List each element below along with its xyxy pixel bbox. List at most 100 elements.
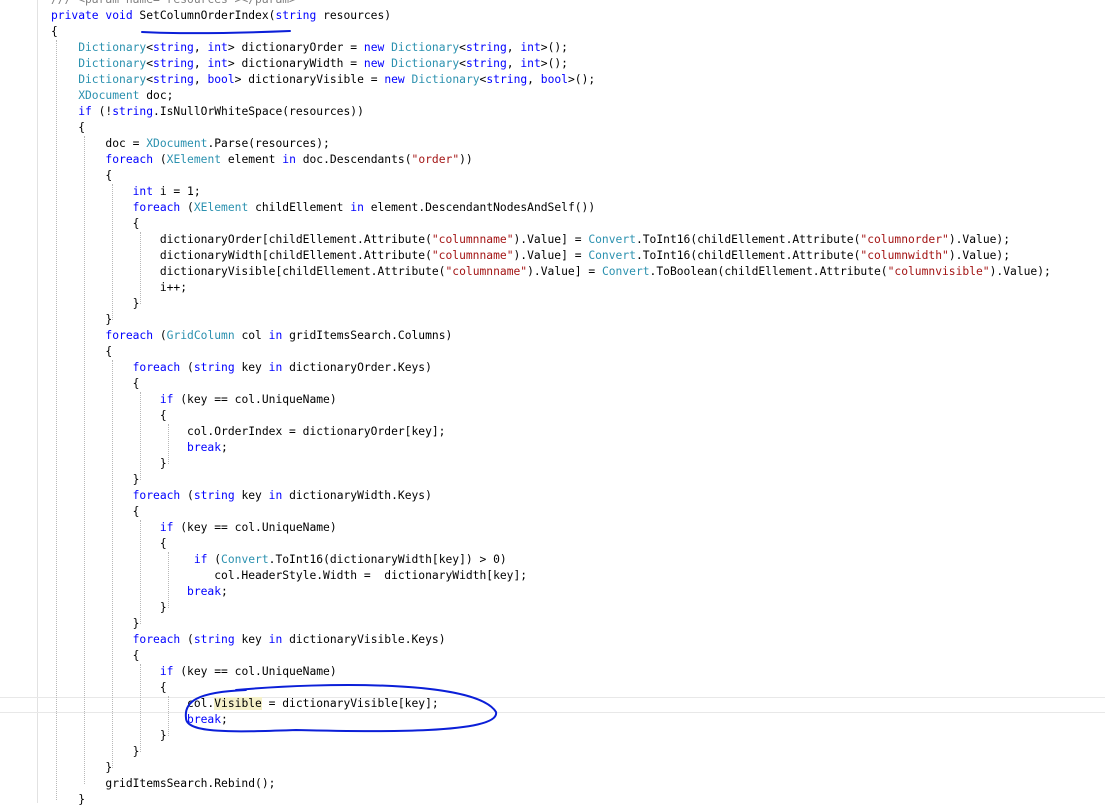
code-line[interactable]: { xyxy=(51,680,167,696)
code-line[interactable]: if (!string.IsNullOrWhiteSpace(resources… xyxy=(51,104,364,120)
code-token: { xyxy=(51,121,86,134)
code-line[interactable]: if (key == col.UniqueName) xyxy=(51,664,337,680)
code-line[interactable]: } xyxy=(51,456,167,472)
code-line[interactable]: if (key == col.UniqueName) xyxy=(51,520,337,536)
editor-gutter xyxy=(0,0,34,803)
code-token: element.DescendantNodesAndSelf()) xyxy=(363,201,596,214)
code-editor[interactable]: /// <param name="resources"></param> priv… xyxy=(0,0,1105,806)
code-line[interactable]: dictionaryVisible[childEllement.Attribut… xyxy=(51,264,1051,280)
code-token: key xyxy=(234,633,269,646)
code-line[interactable]: { xyxy=(51,504,140,520)
code-token: { xyxy=(51,409,167,422)
code-line[interactable]: foreach (string key in dictionaryOrder.K… xyxy=(51,360,432,376)
code-token: , xyxy=(506,57,521,70)
code-token: int xyxy=(520,41,541,54)
code-token: dictionaryWidth.Keys) xyxy=(282,489,432,502)
code-line[interactable]: { xyxy=(51,376,140,392)
code-token: )) xyxy=(459,153,473,166)
code-token: (key == col.UniqueName) xyxy=(180,393,337,406)
code-line[interactable]: { xyxy=(51,24,58,40)
code-line[interactable]: break; xyxy=(51,440,228,456)
code-token: , xyxy=(193,57,208,70)
code-token: Dictionary xyxy=(51,57,147,70)
code-token: , xyxy=(527,73,541,86)
code-token: XDocument xyxy=(146,137,208,150)
code-token: XElement xyxy=(193,201,249,214)
code-line[interactable]: if (Convert.ToInt16(dictionaryWidth[key]… xyxy=(51,552,507,568)
code-line[interactable]: { xyxy=(51,648,140,664)
code-line[interactable]: } xyxy=(51,296,140,312)
code-line[interactable]: if (key == col.UniqueName) xyxy=(51,392,337,408)
code-token: Dictionary xyxy=(51,73,147,86)
code-line[interactable]: } xyxy=(51,312,112,328)
code-line[interactable]: i++; xyxy=(51,280,187,296)
code-token: in xyxy=(350,201,364,214)
code-line[interactable]: /// <param name="resources"></param> xyxy=(51,0,296,8)
code-line[interactable]: col.HeaderStyle.Width = dictionaryWidth[… xyxy=(51,568,527,584)
code-token: (key == col.UniqueName) xyxy=(180,665,337,678)
code-token: if xyxy=(51,393,181,406)
code-token: >(); xyxy=(568,73,596,86)
code-line[interactable]: dictionaryOrder[childEllement.Attribute(… xyxy=(51,232,1010,248)
code-line[interactable]: { xyxy=(51,344,112,360)
code-token: bool xyxy=(540,73,568,86)
code-token: dictionaryOrder.Keys) xyxy=(282,361,432,374)
code-token: childEllement xyxy=(248,201,351,214)
code-token: foreach xyxy=(51,361,188,374)
code-line[interactable]: foreach (string key in dictionaryWidth.K… xyxy=(51,488,432,504)
code-token: int xyxy=(520,57,541,70)
code-line[interactable]: foreach (XElement element in doc.Descend… xyxy=(51,152,473,168)
code-token: .ToInt16(childEllement.Attribute( xyxy=(635,233,861,246)
code-token: Dictionary xyxy=(51,41,147,54)
code-token: new xyxy=(363,41,392,54)
code-line[interactable]: } xyxy=(51,760,112,776)
code-token: < xyxy=(146,41,154,54)
code-token: .ToBoolean(childEllement.Attribute( xyxy=(649,265,888,278)
code-line[interactable]: doc = XDocument.Parse(resources); xyxy=(51,136,329,152)
code-line[interactable]: XDocument doc; xyxy=(51,88,173,104)
code-token: } xyxy=(51,729,167,742)
code-line[interactable]: { xyxy=(51,536,167,552)
code-token: ( xyxy=(187,633,194,646)
code-line[interactable]: foreach (GridColumn col in gridItemsSear… xyxy=(51,328,452,344)
code-token: "columnvisible" xyxy=(887,265,990,278)
code-token: < xyxy=(459,57,466,70)
code-line[interactable]: break; xyxy=(51,584,228,600)
code-line[interactable]: { xyxy=(51,168,112,184)
code-line[interactable]: } xyxy=(51,728,167,744)
code-token: element xyxy=(221,153,283,166)
code-token: ).Value] = xyxy=(527,265,602,278)
code-token: in xyxy=(282,153,296,166)
code-token: < xyxy=(459,41,466,54)
code-token: Dictionary xyxy=(391,57,460,70)
code-line[interactable]: } xyxy=(51,792,85,808)
code-line[interactable]: { xyxy=(51,120,85,136)
code-line[interactable]: Dictionary<string, bool> dictionaryVisib… xyxy=(51,72,595,88)
code-line[interactable]: int i = 1; xyxy=(51,184,201,200)
code-line[interactable]: Dictionary<string, int> dictionaryOrder … xyxy=(51,40,568,56)
code-line[interactable]: foreach (XElement childEllement in eleme… xyxy=(51,200,596,216)
code-token: } xyxy=(51,313,113,326)
code-line[interactable]: } xyxy=(51,600,167,616)
code-line[interactable]: } xyxy=(51,616,140,632)
code-line[interactable]: dictionaryWidth[childEllement.Attribute(… xyxy=(51,248,1010,264)
code-token: string xyxy=(112,105,154,118)
code-line[interactable]: foreach (string key in dictionaryVisible… xyxy=(51,632,446,648)
code-token: if xyxy=(51,553,215,566)
code-line[interactable]: Dictionary<string, int> dictionaryWidth … xyxy=(51,56,568,72)
code-token: doc.Descendants( xyxy=(295,153,412,166)
code-token: "columnname" xyxy=(431,233,514,246)
code-line[interactable]: private void SetColumnOrderIndex(string … xyxy=(51,8,391,24)
code-line[interactable]: } xyxy=(51,744,140,760)
code-token: Convert xyxy=(588,233,636,246)
code-line[interactable]: col.OrderIndex = dictionaryOrder[key]; xyxy=(51,424,445,440)
code-token: /// <param name="resources"></param> xyxy=(51,0,296,6)
code-line[interactable]: gridItemsSearch.Rebind(); xyxy=(51,776,275,792)
code-token: > dictionaryWidth = xyxy=(227,57,364,70)
code-token: ( xyxy=(159,329,167,342)
code-token: ( xyxy=(187,361,194,374)
code-line[interactable]: } xyxy=(51,472,140,488)
code-line[interactable]: { xyxy=(51,216,140,232)
code-line[interactable]: { xyxy=(51,408,167,424)
code-token: Dictionary xyxy=(411,73,480,86)
